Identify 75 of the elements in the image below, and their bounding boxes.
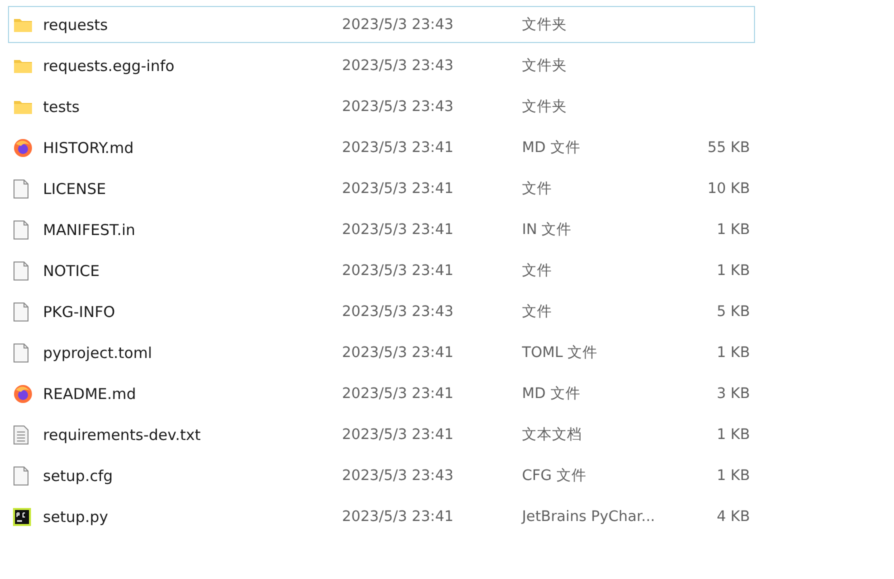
file-icon [13, 302, 29, 322]
file-size: 1 KB [716, 344, 750, 360]
file-icon [13, 466, 29, 486]
file-row[interactable]: requests.egg-info 2023/5/3 23:43 文件夹 [8, 47, 755, 84]
modified-date: 2023/5/3 23:43 [342, 468, 455, 484]
file-row[interactable]: HISTORY.md 2023/5/3 23:41 MD 文件 55 KB [8, 129, 755, 166]
file-size: 10 KB [706, 180, 750, 196]
modified-date: 2023/5/3 23:41 [342, 140, 455, 156]
folder-icon [13, 58, 33, 74]
modified-date: 2023/5/3 23:41 [342, 508, 455, 524]
file-type: 文件 [522, 303, 553, 321]
file-name: HISTORY.md [43, 138, 135, 156]
file-size: 1 KB [716, 468, 750, 484]
file-row[interactable]: LICENSE 2023/5/3 23:41 文件 10 KB [8, 170, 755, 207]
browser-icon [13, 384, 33, 404]
modified-date: 2023/5/3 23:41 [342, 180, 455, 196]
file-icon [13, 220, 29, 240]
folder-icon [13, 98, 33, 114]
file-type: IN 文件 [522, 221, 573, 239]
file-type: 文本文档 [522, 426, 583, 444]
file-name: pyproject.toml [43, 344, 154, 362]
file-name: LICENSE [43, 180, 107, 198]
file-size: 5 KB [716, 304, 750, 320]
file-name: PKG-INFO [43, 302, 116, 320]
file-type: MD 文件 [522, 385, 582, 403]
file-name: MANIFEST.in [43, 220, 136, 238]
modified-date: 2023/5/3 23:41 [342, 262, 455, 278]
file-row[interactable]: PKG-INFO 2023/5/3 23:43 文件 5 KB [8, 293, 755, 330]
modified-date: 2023/5/3 23:43 [342, 304, 455, 320]
file-type: 文件 [522, 180, 553, 198]
file-size: 3 KB [716, 386, 750, 402]
file-type: MD 文件 [522, 139, 582, 157]
file-type: 文件 [522, 262, 553, 280]
file-name: setup.py [43, 508, 110, 526]
ide-icon [13, 508, 31, 526]
file-row[interactable]: setup.cfg 2023/5/3 23:43 CFG 文件 1 KB [8, 457, 755, 494]
file-size: 1 KB [716, 426, 750, 442]
modified-date: 2023/5/3 23:43 [342, 58, 455, 74]
file-name: README.md [43, 384, 138, 402]
file-row[interactable]: pyproject.toml 2023/5/3 23:41 TOML 文件 1 KB [8, 334, 755, 371]
file-type: TOML 文件 [522, 344, 598, 362]
file-row[interactable]: MANIFEST.in 2023/5/3 23:41 IN 文件 1 KB [8, 211, 755, 248]
file-name: requests.egg-info [43, 56, 176, 74]
modified-date: 2023/5/3 23:43 [342, 16, 455, 32]
file-row[interactable]: NOTICE 2023/5/3 23:41 文件 1 KB [8, 252, 755, 289]
text-file-icon [13, 424, 29, 444]
file-row[interactable]: tests 2023/5/3 23:43 文件夹 [8, 88, 755, 125]
modified-date: 2023/5/3 23:41 [342, 222, 455, 238]
file-row[interactable]: requests 2023/5/3 23:43 文件夹 [8, 6, 755, 43]
file-size: 1 KB [716, 262, 750, 278]
modified-date: 2023/5/3 23:43 [342, 98, 455, 114]
file-type: CFG 文件 [522, 467, 588, 485]
file-type: 文件夹 [522, 16, 568, 34]
file-row[interactable]: setup.py 2023/5/3 23:41 JetBrains PyChar... 4 KB [8, 498, 755, 535]
file-size: 55 KB [706, 140, 750, 156]
file-name: setup.cfg [43, 466, 114, 484]
file-icon [13, 178, 29, 198]
file-name: NOTICE [43, 262, 101, 280]
file-icon [13, 260, 29, 280]
file-size: 4 KB [716, 508, 750, 524]
modified-date: 2023/5/3 23:41 [342, 344, 455, 360]
file-icon [13, 342, 29, 362]
modified-date: 2023/5/3 23:41 [342, 426, 455, 442]
browser-icon [13, 138, 33, 158]
file-name: requests [43, 16, 109, 34]
file-name: tests [43, 98, 81, 116]
file-type: 文件夹 [522, 98, 568, 116]
folder-icon [13, 16, 33, 32]
file-row[interactable]: requirements-dev.txt 2023/5/3 23:41 文本文档 1 KB [8, 416, 755, 453]
file-name: requirements-dev.txt [43, 426, 202, 444]
file-type: 文件夹 [522, 57, 568, 75]
file-size: 1 KB [716, 222, 750, 238]
file-row[interactable]: README.md 2023/5/3 23:41 MD 文件 3 KB [8, 375, 755, 412]
modified-date: 2023/5/3 23:41 [342, 386, 455, 402]
file-type: JetBrains PyChar... [522, 508, 656, 524]
